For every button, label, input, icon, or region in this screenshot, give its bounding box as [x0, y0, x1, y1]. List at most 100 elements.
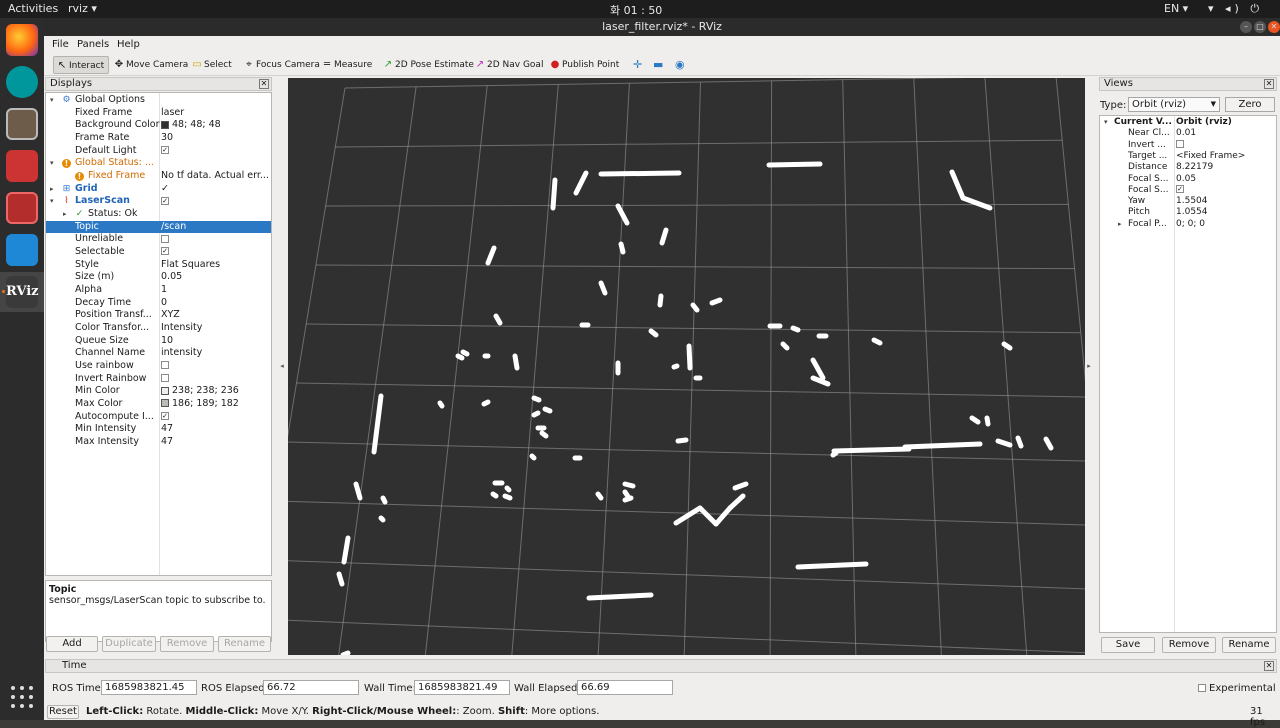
render-view-3d[interactable]	[288, 78, 1085, 655]
display-property-row[interactable]: Autocompute I... ✓	[46, 411, 271, 424]
close-icon[interactable]: ✕	[1264, 661, 1274, 671]
close-icon[interactable]: ✕	[1268, 21, 1280, 33]
displays-tree[interactable]: ▾ ⚙ Global Options Fixed Frame laser Backgrou…	[45, 92, 272, 576]
display-property-row[interactable]: Alpha 1	[46, 284, 271, 297]
remove-display-button[interactable]: Remove	[160, 636, 214, 652]
view-property-row[interactable]: Distance 8.22179	[1100, 162, 1276, 173]
view-property-row[interactable]: Yaw 1.5504	[1100, 196, 1276, 207]
property-value[interactable]: 48; 48; 48	[161, 119, 271, 132]
display-property-row[interactable]: Use rainbow	[46, 360, 271, 373]
property-value[interactable]: ✓	[161, 411, 271, 424]
view-property-value[interactable]: 1.0554	[1176, 207, 1276, 218]
view-property-value[interactable]: 0; 0; 0	[1176, 219, 1276, 230]
menu-panels[interactable]: Panels	[77, 39, 109, 50]
display-property-row[interactable]: Decay Time 0	[46, 297, 271, 310]
view-property-value[interactable]	[1176, 140, 1276, 151]
add-tool-icon[interactable]: ✛	[630, 56, 646, 74]
property-value[interactable]: ✓	[161, 183, 271, 196]
interact-tool[interactable]: ↖ Interact	[53, 56, 110, 74]
terminal-icon[interactable]	[6, 192, 38, 224]
display-property-row[interactable]: Fixed Frame laser	[46, 107, 271, 120]
wall-time-field[interactable]: 1685983821.49	[414, 680, 510, 695]
app-menu[interactable]: rviz ▾	[68, 2, 97, 15]
add-display-button[interactable]: Add	[46, 636, 98, 652]
display-property-row[interactable]: ▾! Global Status: ...	[46, 157, 271, 170]
display-property-row[interactable]: Background Color 48; 48; 48	[46, 119, 271, 132]
minimize-icon[interactable]: –	[1240, 21, 1252, 33]
property-value[interactable]: 238; 238; 236	[161, 385, 271, 398]
focus-camera-tool[interactable]: ⌖ Focus Camera	[241, 56, 324, 74]
property-value[interactable]: XYZ	[161, 309, 271, 322]
display-property-row[interactable]: Min Intensity 47	[46, 423, 271, 436]
property-value[interactable]: intensity	[161, 347, 271, 360]
property-value[interactable]: 47	[161, 436, 271, 449]
view-property-row[interactable]: Focal S... ✓	[1100, 185, 1276, 196]
close-icon[interactable]: ✕	[1264, 79, 1274, 89]
duplicate-display-button[interactable]: Duplicate	[102, 636, 156, 652]
reset-button[interactable]: Reset	[47, 705, 79, 719]
display-property-row[interactable]: ▾ ⌇ LaserScan ✓	[46, 195, 271, 208]
checkbox[interactable]: ✓	[161, 196, 169, 205]
expand-arrow-icon[interactable]: ▾	[50, 157, 54, 170]
move-camera-tool[interactable]: ✥ Move Camera	[111, 56, 192, 74]
view-property-row[interactable]: Pitch 1.0554	[1100, 207, 1276, 218]
display-property-row[interactable]: Max Intensity 47	[46, 436, 271, 449]
arduino-icon[interactable]	[6, 66, 38, 98]
property-value[interactable]: No tf data. Actual err...	[161, 170, 271, 183]
property-value[interactable]	[161, 373, 271, 386]
activities-button[interactable]: Activities	[8, 2, 58, 15]
view-property-value[interactable]: 0.05	[1176, 174, 1276, 185]
view-property-value[interactable]: ✓	[1176, 185, 1276, 196]
clock[interactable]: 화 01 : 50	[610, 2, 662, 18]
display-property-row[interactable]: Topic/scan	[46, 220, 271, 234]
checkbox[interactable]	[161, 361, 169, 370]
settings-icon[interactable]	[6, 150, 38, 182]
tool-properties-icon[interactable]: ◉	[672, 56, 689, 74]
property-value[interactable]: 186; 189; 182	[161, 398, 271, 411]
property-value[interactable]: ✓	[161, 145, 271, 158]
view-property-value[interactable]: 1.5504	[1176, 196, 1276, 207]
publish-point-tool[interactable]: ● Publish Point	[547, 56, 623, 74]
display-property-row[interactable]: Queue Size 10	[46, 335, 271, 348]
view-property-value[interactable]: 0.01	[1176, 128, 1276, 139]
rename-display-button[interactable]: Rename	[218, 636, 271, 652]
checkbox[interactable]: ✓	[1176, 185, 1184, 194]
pose-estimate-tool[interactable]: ↗ 2D Pose Estimate	[380, 56, 478, 74]
expand-arrow-icon[interactable]: ▾	[50, 94, 54, 107]
collapse-arrow-icon[interactable]: ▸	[50, 183, 54, 196]
display-property-row[interactable]: ▾ ⚙ Global Options	[46, 94, 271, 107]
collapse-arrow-icon[interactable]: ▸	[63, 208, 67, 221]
experimental-checkbox[interactable]	[1198, 684, 1206, 692]
maximize-icon[interactable]: □	[1254, 21, 1266, 33]
view-property-row[interactable]: ▸ Focal P... 0; 0; 0	[1100, 219, 1276, 230]
property-value[interactable]: Flat Squares	[161, 259, 271, 272]
firefox-icon[interactable]	[6, 24, 38, 56]
show-applications-icon[interactable]	[11, 686, 33, 708]
display-property-row[interactable]: Unreliable	[46, 233, 271, 246]
rename-view-button[interactable]: Rename	[1222, 637, 1276, 653]
select-tool[interactable]: ▭ Select	[189, 56, 236, 74]
view-property-value[interactable]: <Fixed Frame>	[1176, 151, 1276, 162]
property-value[interactable]: 0	[161, 297, 271, 310]
display-property-row[interactable]: Min Color 238; 238; 236	[46, 385, 271, 398]
property-value[interactable]: ✓	[161, 246, 271, 259]
view-property-row[interactable]: Invert ...	[1100, 140, 1276, 151]
checkbox[interactable]: ✓	[161, 247, 169, 256]
zero-button[interactable]: Zero	[1225, 97, 1275, 112]
display-property-row[interactable]: Default Light ✓	[46, 145, 271, 158]
display-property-row[interactable]: ▸ ⊞ Grid ✓	[46, 183, 271, 196]
checkbox[interactable]	[161, 374, 169, 383]
property-value[interactable]: 1	[161, 284, 271, 297]
nav-goal-tool[interactable]: ↗ 2D Nav Goal	[472, 56, 547, 74]
menu-help[interactable]: Help	[117, 39, 140, 50]
display-property-row[interactable]: Position Transf... XYZ	[46, 309, 271, 322]
checkbox[interactable]: ✓	[161, 146, 169, 155]
display-property-row[interactable]: Invert Rainbow	[46, 373, 271, 386]
save-view-button[interactable]: Save	[1101, 637, 1155, 653]
checkbox[interactable]: ✓	[161, 412, 169, 420]
property-value[interactable]: ✓	[161, 195, 271, 208]
checkbox[interactable]	[161, 234, 169, 243]
view-property-row[interactable]: ▾ Current V... Orbit (rviz)	[1100, 117, 1276, 128]
view-property-row[interactable]: Target ... <Fixed Frame>	[1100, 151, 1276, 162]
display-property-row[interactable]: Selectable ✓	[46, 246, 271, 259]
